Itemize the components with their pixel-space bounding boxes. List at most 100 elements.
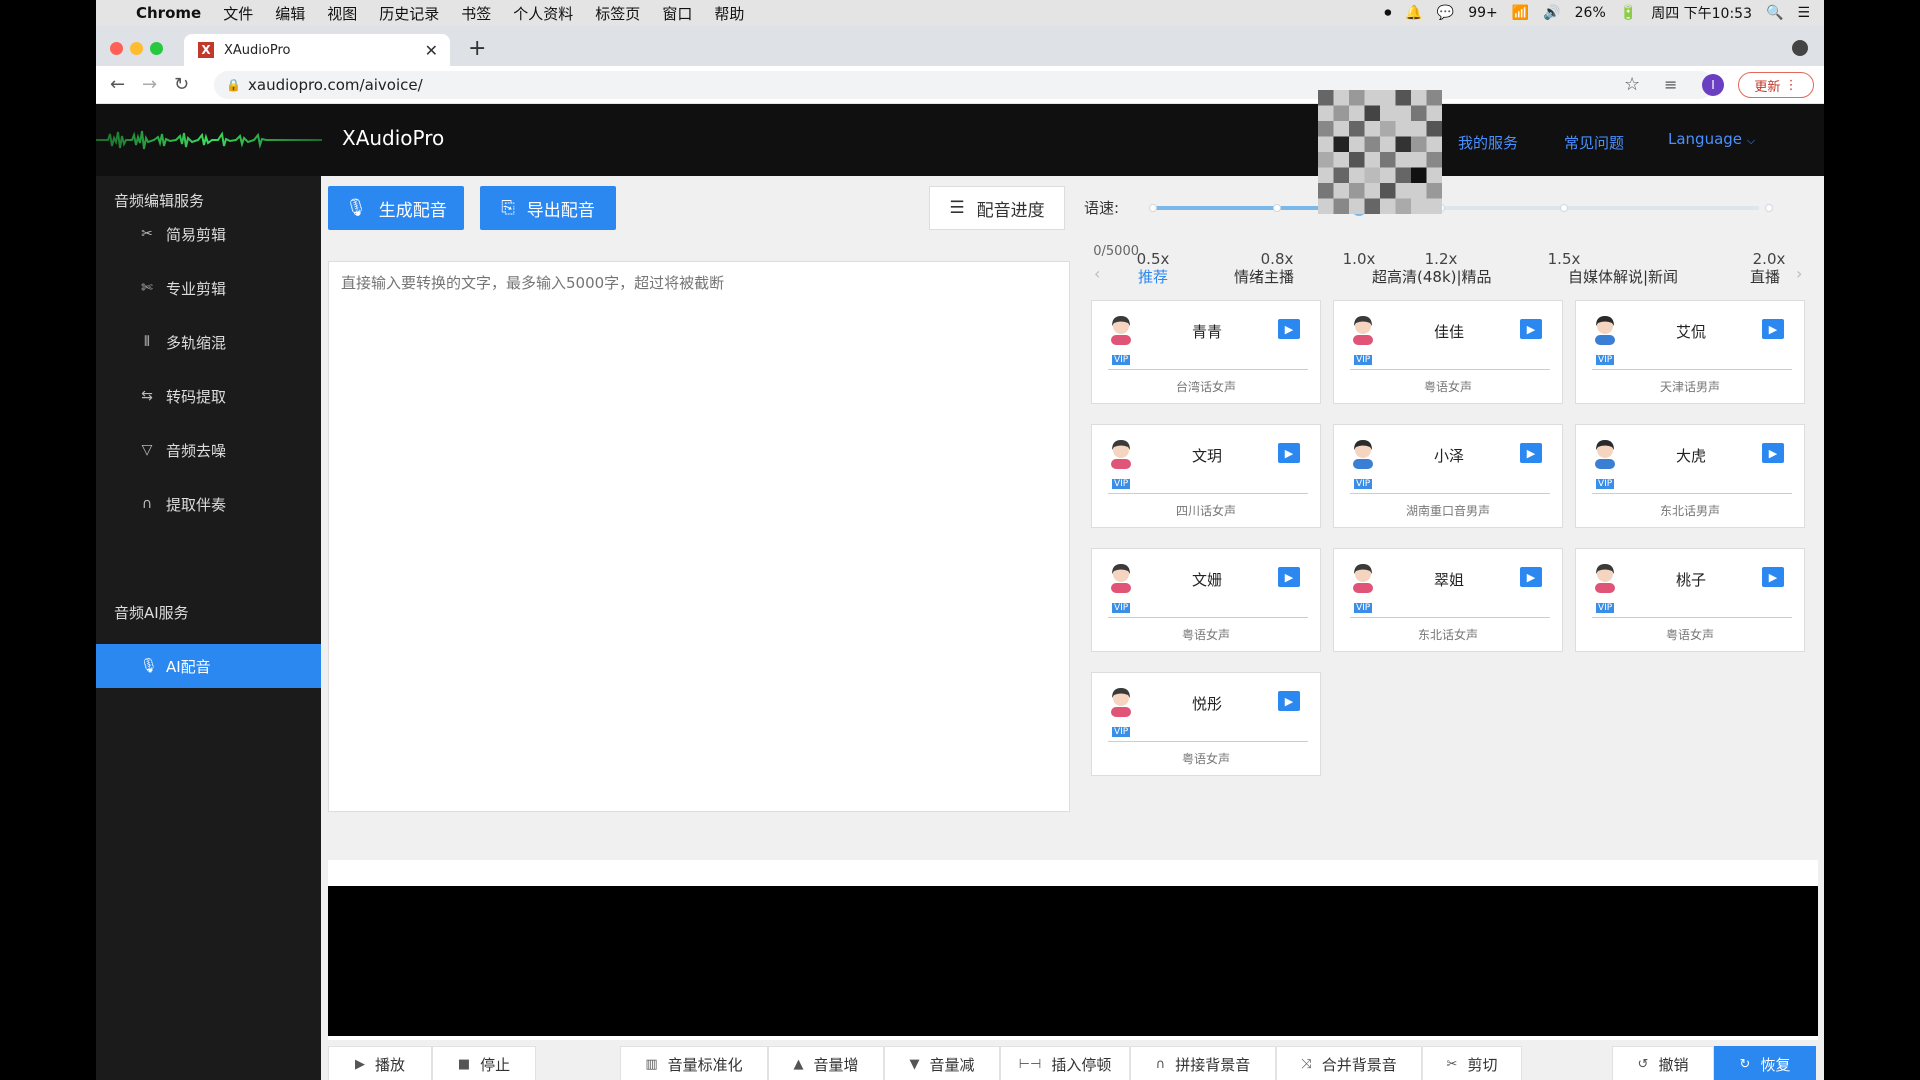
record-icon[interactable]: ⏺ bbox=[1384, 5, 1391, 21]
voice-progress-button[interactable]: ☰ 配音进度 bbox=[929, 186, 1065, 230]
generate-voice-button[interactable]: 🎙 生成配音 bbox=[328, 186, 464, 230]
voice-card[interactable]: VIP 文玥 ▶ 四川话女声 bbox=[1091, 424, 1321, 528]
divider bbox=[1592, 369, 1792, 370]
play-button[interactable]: ▶ 播放 bbox=[328, 1046, 432, 1080]
forward-icon[interactable]: → bbox=[142, 74, 157, 95]
menu-item[interactable]: 个人资料 bbox=[513, 3, 573, 24]
insert-pause-button[interactable]: ⊢⊣ 插入停顿 bbox=[1000, 1046, 1130, 1080]
waveform-canvas[interactable] bbox=[328, 886, 1818, 1036]
voice-card[interactable]: VIP 佳佳 ▶ 粤语女声 bbox=[1333, 300, 1563, 404]
voice-card[interactable]: VIP 小泽 ▶ 湖南重口音男声 bbox=[1333, 424, 1563, 528]
splice-bg-button[interactable]: ∩ 拼接背景音 bbox=[1130, 1046, 1276, 1080]
tab-recommended[interactable]: 推荐 bbox=[1138, 266, 1168, 287]
voice-card[interactable]: VIP 翠姐 ▶ 东北话女声 bbox=[1333, 548, 1563, 652]
vip-badge: VIP bbox=[1112, 355, 1131, 365]
language-dropdown[interactable]: Language ⌵ bbox=[1668, 130, 1755, 148]
menu-item[interactable]: 视图 bbox=[327, 3, 357, 24]
play-preview-icon[interactable]: ▶ bbox=[1520, 567, 1542, 587]
lock-icon[interactable]: 🔒 bbox=[226, 78, 241, 92]
waveform-logo[interactable] bbox=[96, 104, 322, 176]
update-button[interactable]: 更新 ⋮ bbox=[1738, 72, 1814, 98]
speed-tick[interactable] bbox=[1273, 204, 1281, 212]
voice-card[interactable]: VIP 悦彤 ▶ 粤语女声 bbox=[1091, 672, 1321, 776]
wifi-icon[interactable]: 📶 bbox=[1512, 5, 1529, 21]
speed-tick[interactable] bbox=[1149, 204, 1157, 212]
my-services-link[interactable]: 我的服务 bbox=[1458, 132, 1518, 153]
reload-icon[interactable]: ↻ bbox=[174, 74, 189, 95]
menu-item[interactable]: 书签 bbox=[461, 3, 491, 24]
play-preview-icon[interactable]: ▶ bbox=[1278, 691, 1300, 711]
merge-bg-button[interactable]: ⤨ 合并背景音 bbox=[1276, 1046, 1422, 1080]
voice-card[interactable]: VIP 艾侃 ▶ 天津话男声 bbox=[1575, 300, 1805, 404]
tab-emotional[interactable]: 情绪主播 bbox=[1234, 266, 1294, 287]
volume-down-button[interactable]: ▼ 音量减 bbox=[884, 1046, 1000, 1080]
volume-up-button[interactable]: ▲ 音量增 bbox=[768, 1046, 884, 1080]
back-icon[interactable]: ← bbox=[110, 74, 125, 95]
play-preview-icon[interactable]: ▶ bbox=[1520, 443, 1542, 463]
battery-icon[interactable]: 🔋 bbox=[1620, 5, 1637, 21]
close-window-button[interactable] bbox=[110, 42, 123, 55]
url-field[interactable]: 🔒 xaudiopro.com/aivoice/ bbox=[214, 71, 1714, 99]
reading-list-icon[interactable]: ≡ bbox=[1664, 75, 1677, 94]
cut-button[interactable]: ✂ 剪切 bbox=[1422, 1046, 1522, 1080]
sidebar-item-multitrack[interactable]: ⫴ 多轨缩混 bbox=[96, 320, 321, 364]
sidebar-item-simple-edit[interactable]: ✂ 简易剪辑 bbox=[96, 212, 321, 256]
menu-item[interactable]: 编辑 bbox=[275, 3, 305, 24]
profile-avatar[interactable]: I bbox=[1702, 74, 1724, 96]
close-tab-icon[interactable]: ✕ bbox=[425, 41, 438, 60]
qr-code[interactable] bbox=[1318, 90, 1442, 214]
brand-title[interactable]: XAudioPro bbox=[342, 126, 444, 150]
menu-item[interactable]: 文件 bbox=[223, 3, 253, 24]
tab-live[interactable]: 直播 bbox=[1750, 266, 1780, 287]
tab-hd-48k[interactable]: 超高清(48k)|精品 bbox=[1372, 266, 1492, 287]
sidebar-item-accompaniment[interactable]: ∩ 提取伴奏 bbox=[96, 482, 321, 526]
clock[interactable]: 周四 下午10:53 bbox=[1651, 3, 1752, 23]
battery-percent[interactable]: 26% bbox=[1575, 5, 1606, 21]
minimize-window-button[interactable] bbox=[130, 42, 143, 55]
browser-tab[interactable]: X XAudioPro ✕ bbox=[184, 34, 450, 66]
menu-item[interactable]: 标签页 bbox=[595, 3, 640, 24]
sidebar-item-pro-edit[interactable]: ✄ 专业剪辑 bbox=[96, 266, 321, 310]
voice-card[interactable]: VIP 文姗 ▶ 粤语女声 bbox=[1091, 548, 1321, 652]
play-preview-icon[interactable]: ▶ bbox=[1278, 443, 1300, 463]
new-tab-button[interactable]: + bbox=[468, 36, 486, 61]
play-preview-icon[interactable]: ▶ bbox=[1278, 567, 1300, 587]
chevron-right-icon[interactable]: › bbox=[1796, 264, 1802, 283]
export-voice-button[interactable]: ⎘ 导出配音 bbox=[480, 186, 616, 230]
faq-link[interactable]: 常见问题 bbox=[1564, 132, 1624, 153]
menu-item[interactable]: 窗口 bbox=[662, 3, 692, 24]
sidebar-item-transcode[interactable]: ⇆ 转码提取 bbox=[96, 374, 321, 418]
tab-search-icon[interactable] bbox=[1792, 40, 1808, 56]
menu-item[interactable]: 帮助 bbox=[714, 3, 744, 24]
tab-news[interactable]: 自媒体解说|新闻 bbox=[1568, 266, 1678, 287]
sidebar-item-denoise[interactable]: ▽ 音频去噪 bbox=[96, 428, 321, 472]
play-preview-icon[interactable]: ▶ bbox=[1762, 443, 1784, 463]
speed-tick[interactable] bbox=[1560, 204, 1568, 212]
bell-icon[interactable]: 🔔 bbox=[1405, 5, 1422, 21]
play-preview-icon[interactable]: ▶ bbox=[1520, 319, 1542, 339]
redo-button[interactable]: ↻ 恢复 bbox=[1714, 1046, 1816, 1080]
stop-button[interactable]: ■ 停止 bbox=[432, 1046, 536, 1080]
volume-icon[interactable]: 🔊 bbox=[1543, 5, 1560, 21]
play-preview-icon[interactable]: ▶ bbox=[1278, 319, 1300, 339]
play-preview-icon[interactable]: ▶ bbox=[1762, 567, 1784, 587]
text-input[interactable] bbox=[328, 261, 1070, 812]
speed-slider[interactable]: 0.5x 0.8x 1.0x 1.2x 1.5x 2.0x bbox=[1137, 200, 1785, 268]
chevron-left-icon[interactable]: ‹ bbox=[1094, 264, 1100, 283]
wechat-icon[interactable]: 💬 bbox=[1437, 5, 1454, 21]
speed-tick[interactable] bbox=[1765, 204, 1773, 212]
undo-button[interactable]: ↺ 撤销 bbox=[1612, 1046, 1714, 1080]
bookmark-star-icon[interactable]: ☆ bbox=[1624, 74, 1640, 95]
play-preview-icon[interactable]: ▶ bbox=[1762, 319, 1784, 339]
voice-card[interactable]: VIP 青青 ▶ 台湾话女声 bbox=[1091, 300, 1321, 404]
zoom-window-button[interactable] bbox=[150, 42, 163, 55]
menu-item[interactable]: 历史记录 bbox=[379, 3, 439, 24]
normalize-button[interactable]: ▥ 音量标准化 bbox=[620, 1046, 768, 1080]
menu-app-name[interactable]: Chrome bbox=[136, 4, 201, 22]
sidebar-item-ai-voice[interactable]: 🎙 AI配音 bbox=[96, 644, 321, 688]
voice-card[interactable]: VIP 大虎 ▶ 东北话男声 bbox=[1575, 424, 1805, 528]
search-icon[interactable]: 🔍 bbox=[1766, 5, 1783, 21]
notification-badge[interactable]: 99+ bbox=[1468, 5, 1498, 21]
voice-card[interactable]: VIP 桃子 ▶ 粤语女声 bbox=[1575, 548, 1805, 652]
control-center-icon[interactable]: ☰ bbox=[1797, 5, 1810, 21]
